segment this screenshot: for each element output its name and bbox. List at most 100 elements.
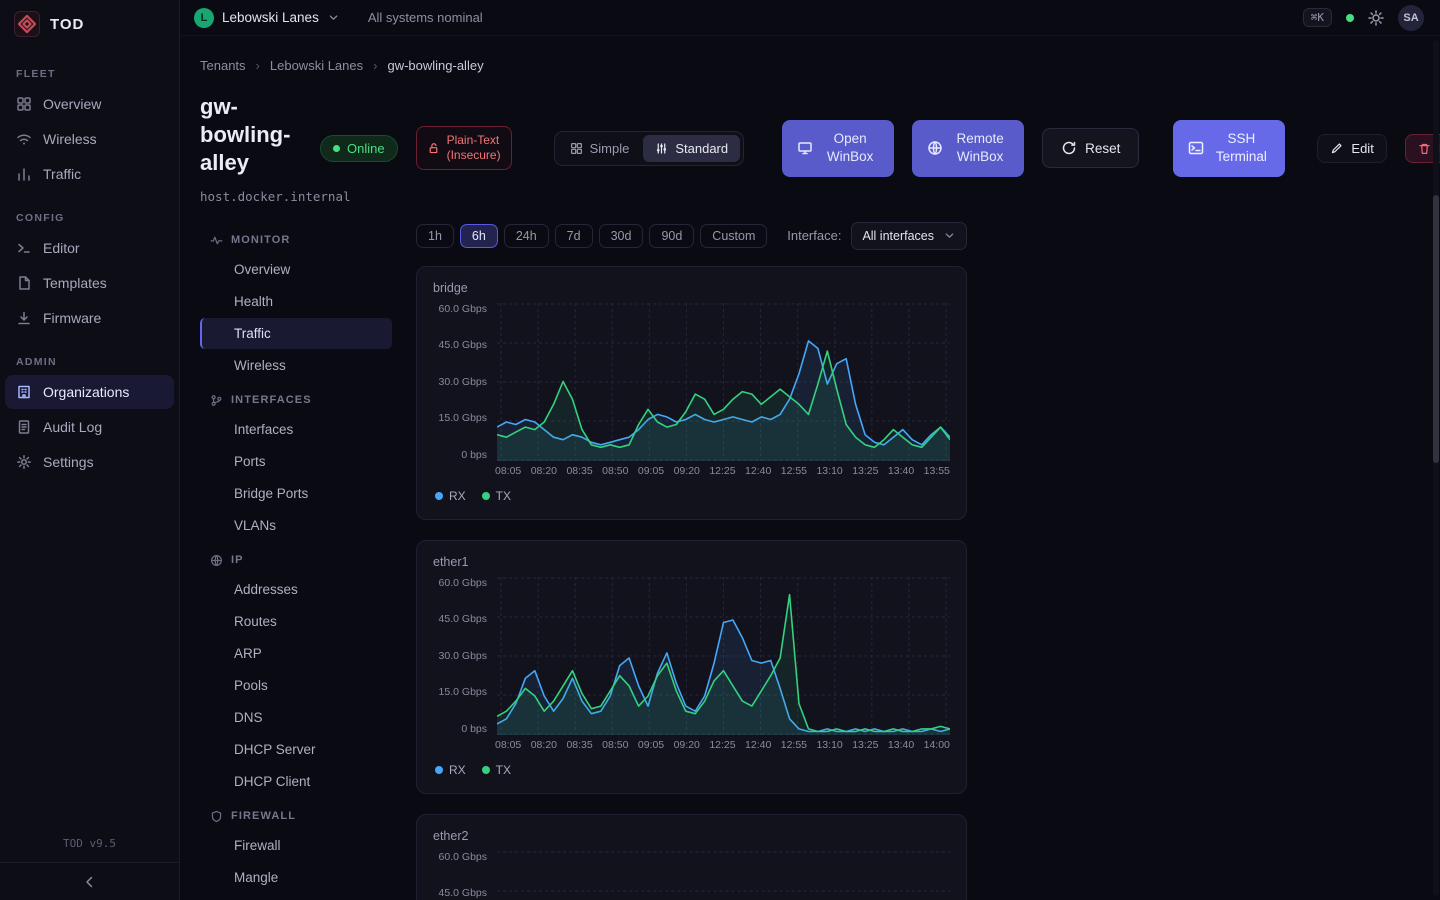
edit-button[interactable]: Edit [1317, 134, 1386, 163]
app-name: TOD [50, 16, 84, 33]
tx-legend-dot [482, 766, 490, 774]
x-axis-tick: 09:20 [674, 465, 700, 477]
breadcrumb: Tenants › Lebowski Lanes › gw-bowling-al… [200, 58, 1420, 73]
x-axis-tick: 12:55 [781, 465, 807, 477]
x-axis-tick: 13:40 [888, 465, 914, 477]
device-nav-item-addresses[interactable]: Addresses [200, 574, 392, 605]
view-mode-toggle: Simple Standard [554, 131, 745, 166]
device-nav-item-dns[interactable]: DNS [200, 702, 392, 733]
y-axis-tick: 15.0 Gbps [439, 412, 487, 424]
sidebar-item-settings[interactable]: Settings [5, 445, 174, 479]
legend-rx: RX [435, 489, 466, 503]
x-axis-tick: 13:40 [888, 739, 914, 751]
y-axis-tick: 0 bps [461, 723, 487, 735]
breadcrumb-separator: › [256, 58, 260, 73]
legend-tx: TX [482, 489, 511, 503]
breadcrumb-tenant-name[interactable]: Lebowski Lanes [270, 58, 363, 73]
sidebar-item-editor[interactable]: Editor [5, 231, 174, 265]
sidebar-heading-fleet: FLEET [0, 64, 179, 86]
device-nav-heading-ip: IP [200, 542, 392, 573]
tenant-selector[interactable]: L Lebowski Lanes [194, 8, 340, 28]
device-nav-item-mangle[interactable]: Mangle [200, 862, 392, 893]
y-axis-tick: 0 bps [461, 449, 487, 461]
time-range-button[interactable]: 90d [649, 224, 694, 248]
device-nav-item-vlans[interactable]: VLANs [200, 510, 392, 541]
device-body: MONITOR Overview Health Traffic Wireless… [200, 222, 1420, 900]
time-range-button[interactable]: 7d [555, 224, 593, 248]
pencil-icon [1330, 142, 1343, 155]
x-axis-tick: 08:20 [531, 465, 557, 477]
app-logo[interactable]: TOD [0, 0, 179, 48]
device-nav-item-pools[interactable]: Pools [200, 670, 392, 701]
device-nav-item-ports[interactable]: Ports [200, 446, 392, 477]
sidebar-item-firmware[interactable]: Firmware [5, 301, 174, 335]
device-nav-item-bridge-ports[interactable]: Bridge Ports [200, 478, 392, 509]
online-dot [333, 145, 340, 152]
refresh-icon [1061, 140, 1077, 156]
time-range-group: 1h6h24h7d30d90dCustom [416, 224, 767, 248]
x-axis-tick: 08:35 [566, 465, 592, 477]
scrollbar-thumb[interactable] [1433, 195, 1439, 463]
device-nav-item-routes[interactable]: Routes [200, 606, 392, 637]
time-range-button[interactable]: 30d [599, 224, 644, 248]
sidebar-collapse-button[interactable] [0, 862, 179, 900]
y-axis-tick: 45.0 Gbps [439, 339, 487, 351]
sidebar-item-templates[interactable]: Templates [5, 266, 174, 300]
simple-mode-button[interactable]: Simple [558, 135, 642, 162]
device-nav-item-arp[interactable]: ARP [200, 638, 392, 669]
open-winbox-button[interactable]: Open WinBox [782, 120, 894, 176]
system-status-text: All systems nominal [368, 10, 483, 25]
user-avatar[interactable]: SA [1398, 5, 1424, 31]
sidebar-heading-config: CONFIG [0, 208, 179, 230]
sidebar-item-label: Audit Log [43, 419, 102, 435]
device-nav-item-firewall[interactable]: Firewall [200, 830, 392, 861]
y-axis-tick: 60.0 Gbps [439, 577, 487, 589]
page-content: Tenants › Lebowski Lanes › gw-bowling-al… [180, 36, 1440, 900]
y-axis-tick: 30.0 Gbps [439, 650, 487, 662]
device-nav-item-wireless[interactable]: Wireless [200, 350, 392, 381]
sidebar-item-overview[interactable]: Overview [5, 87, 174, 121]
reset-button[interactable]: Reset [1042, 128, 1139, 168]
online-status-badge: Online [320, 135, 398, 162]
traffic-panel: 1h6h24h7d30d90dCustom Interface: All int… [416, 222, 967, 900]
sidebar-item-organizations[interactable]: Organizations [5, 375, 174, 409]
standard-mode-button[interactable]: Standard [643, 135, 740, 162]
sidebar-item-label: Organizations [43, 384, 129, 400]
device-nav-item-dhcp-client[interactable]: DHCP Client [200, 766, 392, 797]
page-scrollbar[interactable] [1433, 40, 1439, 896]
tenant-avatar: L [194, 8, 214, 28]
device-nav-item-traffic[interactable]: Traffic [200, 318, 392, 349]
command-palette-shortcut[interactable]: ⌘K [1303, 8, 1332, 27]
x-axis-tick: 12:40 [745, 739, 771, 751]
time-range-button[interactable]: 24h [504, 224, 549, 248]
interface-select[interactable]: All interfaces [851, 222, 967, 250]
time-range-button[interactable]: 1h [416, 224, 454, 248]
breadcrumb-tenants[interactable]: Tenants [200, 58, 246, 73]
device-host: host.docker.internal [200, 189, 302, 204]
remote-winbox-button[interactable]: Remote WinBox [912, 120, 1024, 176]
device-nav-item-health[interactable]: Health [200, 286, 392, 317]
time-range-button[interactable]: Custom [700, 224, 767, 248]
device-nav-heading-monitor: MONITOR [200, 222, 392, 253]
chart-legend: RX TX [435, 763, 950, 777]
y-axis-tick: 45.0 Gbps [439, 613, 487, 625]
grid-icon [570, 142, 583, 155]
ssh-terminal-button[interactable]: SSH Terminal [1173, 120, 1285, 176]
device-nav-item-overview[interactable]: Overview [200, 254, 392, 285]
x-axis-tick: 09:05 [638, 465, 664, 477]
sidebar-item-label: Wireless [43, 131, 97, 147]
sidebar-item-wireless[interactable]: Wireless [5, 122, 174, 156]
sidebar-item-audit-log[interactable]: Audit Log [5, 410, 174, 444]
x-axis-tick: 13:25 [852, 739, 878, 751]
theme-toggle-sun-icon[interactable] [1368, 10, 1384, 26]
device-nav-item-interfaces[interactable]: Interfaces [200, 414, 392, 445]
sidebar-item-traffic[interactable]: Traffic [5, 157, 174, 191]
chart-legend: RX TX [435, 489, 950, 503]
time-range-button[interactable]: 6h [460, 224, 498, 248]
interface-label: Interface: [787, 228, 841, 243]
terminal-icon [16, 240, 32, 256]
file-icon [16, 275, 32, 291]
y-axis-tick: 60.0 Gbps [439, 851, 487, 863]
device-nav-item-dhcp-server[interactable]: DHCP Server [200, 734, 392, 765]
insecure-warning-badge: Plain-Text (Insecure) [416, 126, 512, 170]
